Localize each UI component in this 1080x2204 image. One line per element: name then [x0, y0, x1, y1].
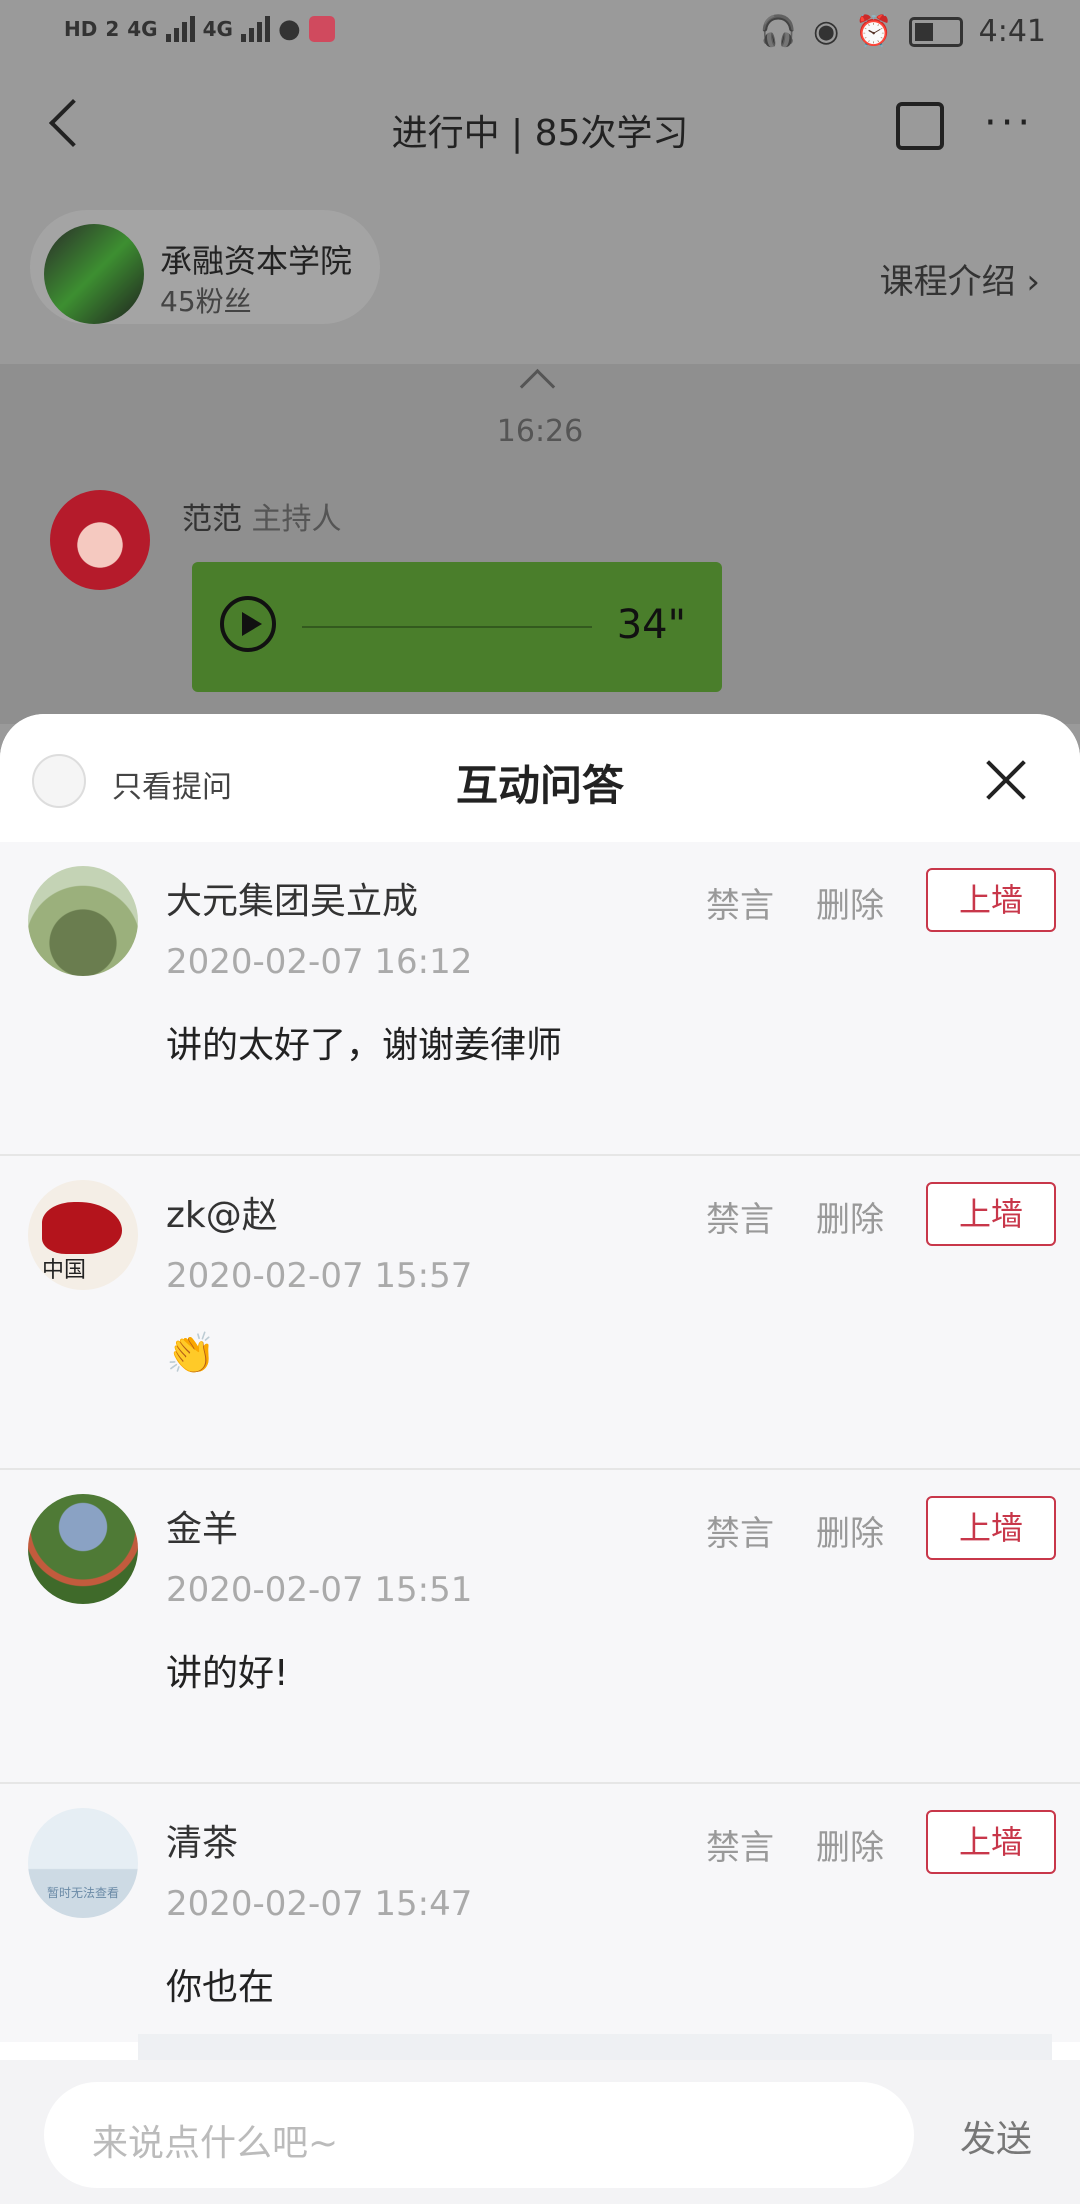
hd-indicator: HD [64, 17, 98, 41]
network-type-1: 4G [127, 17, 158, 41]
qa-author: 金羊 [166, 1509, 239, 1550]
avatar-caption: 中国 [42, 1258, 87, 1283]
app-notification-icon [308, 16, 335, 42]
comment-input[interactable]: 来说点什么吧~ [44, 2082, 914, 2188]
mute-button[interactable]: 禁言 [706, 1192, 774, 1241]
avatar[interactable] [28, 866, 138, 976]
more-icon[interactable]: ··· [984, 103, 1034, 143]
mute-button[interactable]: 禁言 [706, 1506, 774, 1555]
qa-item: 金羊 2020-02-07 15:51 讲的好! 禁言 删除 上墙 [0, 1470, 1080, 1784]
mute-button[interactable]: 禁言 [706, 878, 774, 927]
speaker-avatar[interactable] [50, 490, 150, 590]
battery-icon [908, 16, 963, 47]
send-button[interactable]: 发送 [960, 2110, 1032, 2162]
delete-button[interactable]: 删除 [816, 878, 884, 927]
qa-list[interactable]: 大元集团吴立成 2020-02-07 16:12 讲的太好了，谢谢姜律师 禁言 … [0, 842, 1080, 2042]
comment-input-placeholder: 来说点什么吧~ [92, 2123, 339, 2164]
share-icon[interactable] [896, 102, 944, 150]
qa-time: 2020-02-07 15:47 [166, 1884, 473, 1924]
signal-icon-2 [240, 16, 270, 42]
network-type-2: 4G [202, 17, 233, 41]
qa-text: 讲的太好了，谢谢姜律师 [166, 1025, 563, 1066]
hd-sub-indicator: 2 [105, 17, 120, 41]
china-map-icon [42, 1202, 122, 1254]
qa-text: 你也在 [166, 1967, 275, 2008]
chat-timestamp: 16:26 [496, 414, 584, 449]
qa-sheet: 只看提问 互动问答 大元集团吴立成 2020-02-07 16:12 讲的太好了… [0, 714, 1080, 2204]
qa-item: 大元集团吴立成 2020-02-07 16:12 讲的太好了，谢谢姜律师 禁言 … [0, 842, 1080, 1156]
alarm-icon: ⏰ [855, 14, 893, 49]
host-card[interactable]: 承融资本学院 45粉丝 [30, 210, 380, 324]
host-avatar [44, 224, 144, 324]
course-intro-link[interactable]: 课程介绍 › [880, 254, 1040, 303]
voice-progress-track [302, 626, 592, 628]
voice-message[interactable]: 34" [192, 562, 722, 692]
eye-icon: ◉ [813, 14, 840, 49]
sheet-header: 只看提问 互动问答 [0, 714, 1080, 842]
avatar[interactable]: 暂时无法查看 [28, 1808, 138, 1918]
avatar[interactable]: 中国 [28, 1180, 138, 1290]
avatar[interactable] [28, 1494, 138, 1604]
speaker-label: 范范 主持人 [182, 494, 342, 538]
pin-to-wall-button[interactable]: 上墙 [926, 1496, 1056, 1560]
pin-to-wall-button[interactable]: 上墙 [926, 1810, 1056, 1874]
qa-item: 中国 zk@赵 2020-02-07 15:57 👏 禁言 删除 上墙 [0, 1156, 1080, 1470]
signal-icon [165, 16, 195, 42]
qa-time: 2020-02-07 15:51 [166, 1570, 473, 1610]
close-icon[interactable] [984, 758, 1028, 802]
avatar-caption: 暂时无法查看 [46, 1886, 119, 1900]
pin-to-wall-button[interactable]: 上墙 [926, 868, 1056, 932]
delete-button[interactable]: 删除 [816, 1192, 884, 1241]
status-bar: HD 2 4G 4G ● 🎧 ◉ ⏰ 4:41 [0, 0, 1080, 66]
speaker-name: 范范 [182, 502, 242, 537]
delete-button[interactable]: 删除 [816, 1506, 884, 1555]
qa-text: 讲的好! [166, 1653, 289, 1694]
input-bar: 来说点什么吧~ 发送 [0, 2060, 1080, 2204]
nav-bar: 进行中 | 85次学习 ··· [0, 66, 1080, 186]
wechat-icon: ● [277, 14, 301, 44]
pin-to-wall-button[interactable]: 上墙 [926, 1182, 1056, 1246]
status-time: 4:41 [978, 14, 1046, 49]
qa-time: 2020-02-07 15:57 [166, 1256, 473, 1296]
qa-author: zk@赵 [166, 1195, 278, 1236]
play-icon[interactable] [220, 596, 276, 652]
sheet-title: 互动问答 [455, 761, 624, 810]
qa-text: 👏 [166, 1331, 216, 1377]
speaker-role: 主持人 [251, 502, 342, 537]
qa-item: 暂时无法查看 清茶 2020-02-07 15:47 你也在 禁言 删除 上墙 [0, 1784, 1080, 2042]
qa-author: 清茶 [166, 1823, 239, 1864]
mute-button[interactable]: 禁言 [706, 1820, 774, 1869]
voice-duration: 34" [616, 602, 686, 648]
qa-author: 大元集团吴立成 [166, 881, 419, 922]
host-fans-count: 45粉丝 [160, 285, 252, 318]
headphones-icon: 🎧 [759, 14, 798, 49]
delete-button[interactable]: 删除 [816, 1820, 884, 1869]
qa-time: 2020-02-07 16:12 [166, 942, 473, 982]
host-name: 承融资本学院 [160, 242, 353, 280]
